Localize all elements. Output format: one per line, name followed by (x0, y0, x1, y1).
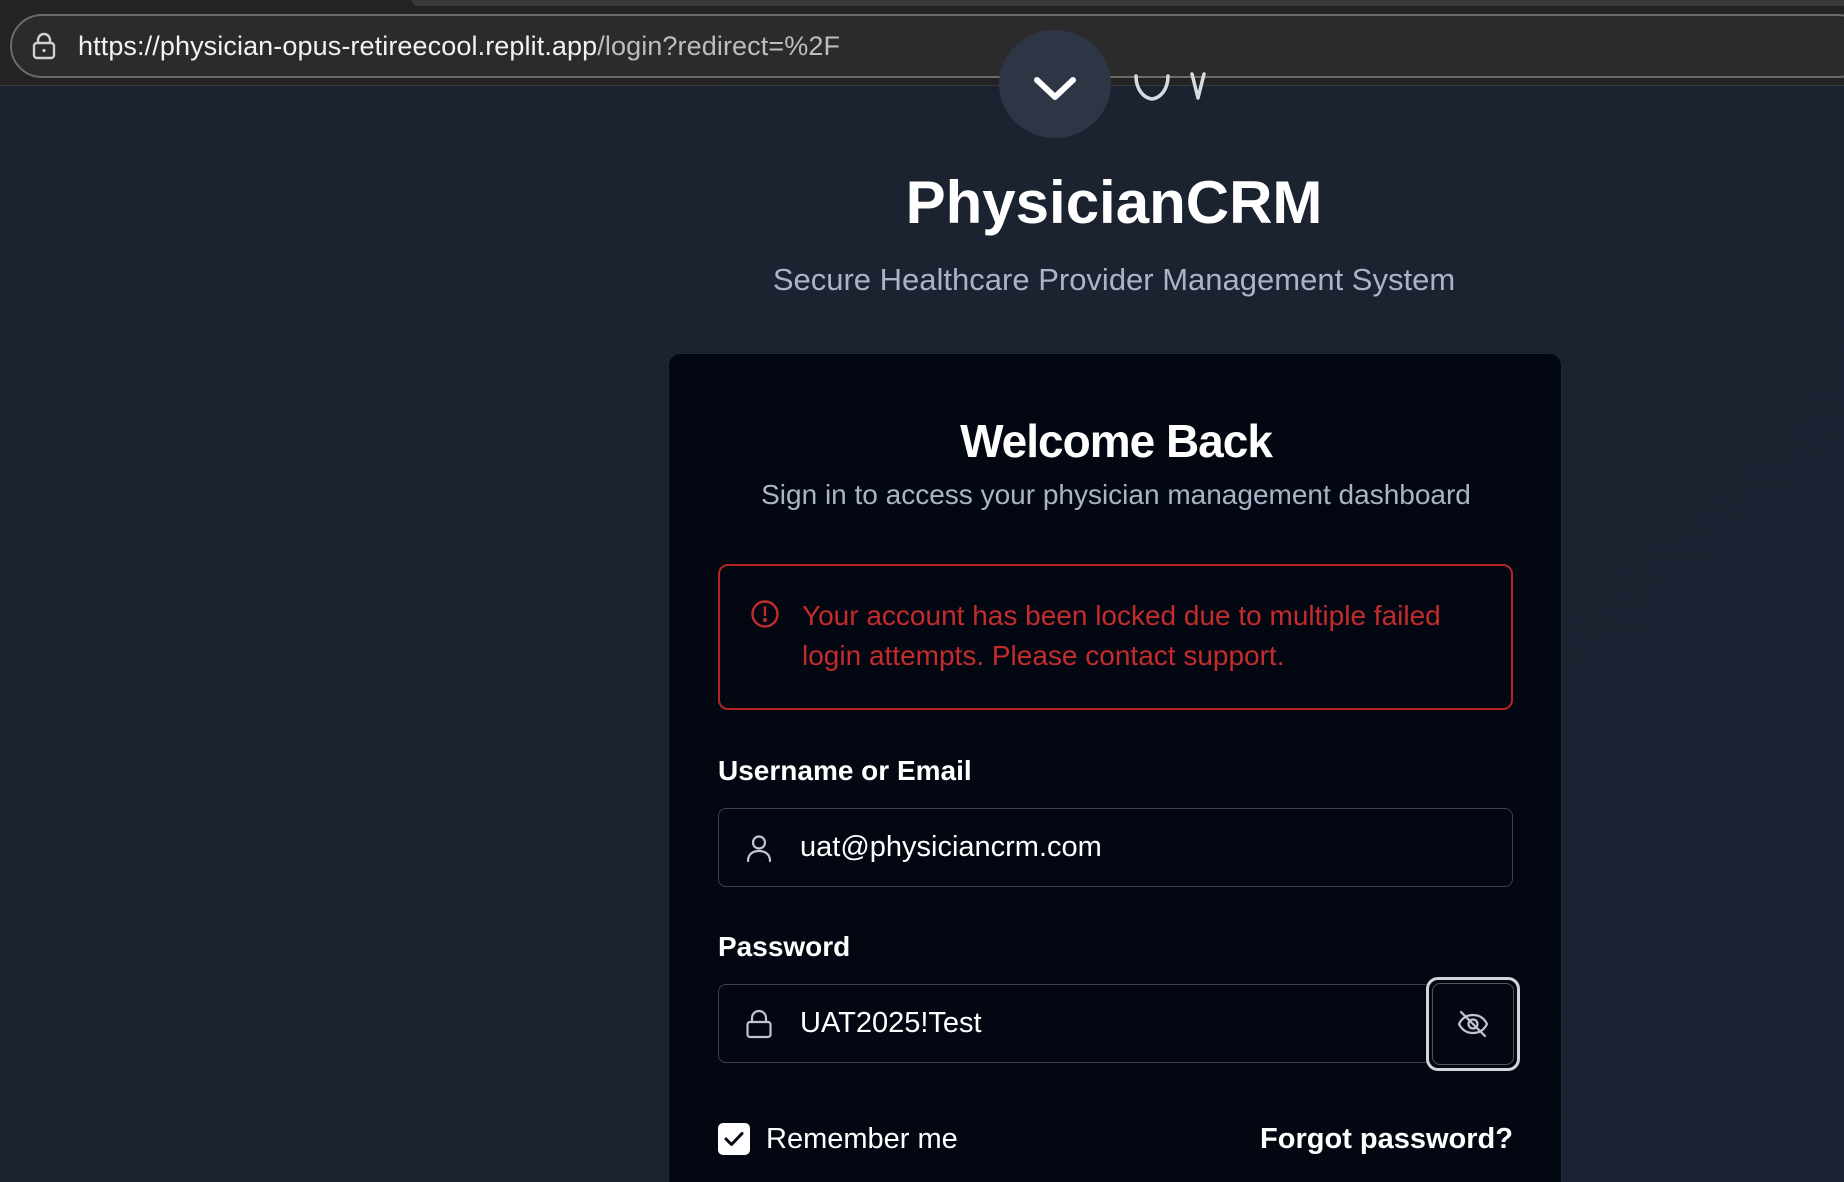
username-input[interactable] (800, 831, 1440, 864)
url-host: https://physician-opus-retireecool.repli… (78, 30, 598, 61)
app-subtitle: Secure Healthcare Provider Management Sy… (772, 262, 1456, 297)
card-subtitle: Sign in to access your physician managem… (761, 479, 1471, 510)
password-label: Password (718, 931, 851, 962)
browser-tab-strip (412, 0, 1844, 6)
password-input[interactable] (800, 1007, 1440, 1040)
error-alert-message: Your account has been locked due to mult… (802, 600, 1441, 671)
address-bar[interactable]: https://physician-opus-retireecool.repli… (10, 14, 1844, 78)
toggle-password-visibility-button[interactable] (1426, 977, 1520, 1071)
app-title: PhysicianCRM (905, 169, 1323, 236)
shield-heart-icon (1130, 68, 1210, 109)
alert-circle-icon (750, 599, 780, 629)
remember-me-label: Remember me (766, 1122, 958, 1155)
remember-me-checkbox[interactable] (718, 1123, 750, 1155)
forgot-password-link[interactable]: Forgot password? (1260, 1123, 1513, 1156)
username-label: Username or Email (718, 755, 972, 786)
remember-forgot-row: Remember me Forgot password? (718, 1119, 1513, 1159)
site-info-lock-icon[interactable] (30, 32, 58, 60)
address-url[interactable]: https://physician-opus-retireecool.repli… (78, 31, 840, 62)
error-alert: Your account has been locked due to mult… (718, 564, 1513, 710)
login-card: Welcome Back Sign in to access your phys… (668, 353, 1562, 1182)
card-title: Welcome Back (960, 415, 1273, 467)
browser-toolbar: https://physician-opus-retireecool.repli… (0, 0, 1844, 86)
remember-me[interactable]: Remember me (718, 1123, 958, 1156)
focus-ring (1432, 983, 1514, 1065)
username-field[interactable] (718, 808, 1513, 887)
lock-icon (744, 1009, 774, 1039)
chevron-down-icon (1034, 77, 1076, 100)
password-field[interactable] (718, 984, 1513, 1063)
app-logo (999, 30, 1111, 138)
user-icon (744, 833, 774, 863)
check-icon (724, 1132, 744, 1146)
url-path: /login?redirect=%2F (597, 30, 841, 61)
